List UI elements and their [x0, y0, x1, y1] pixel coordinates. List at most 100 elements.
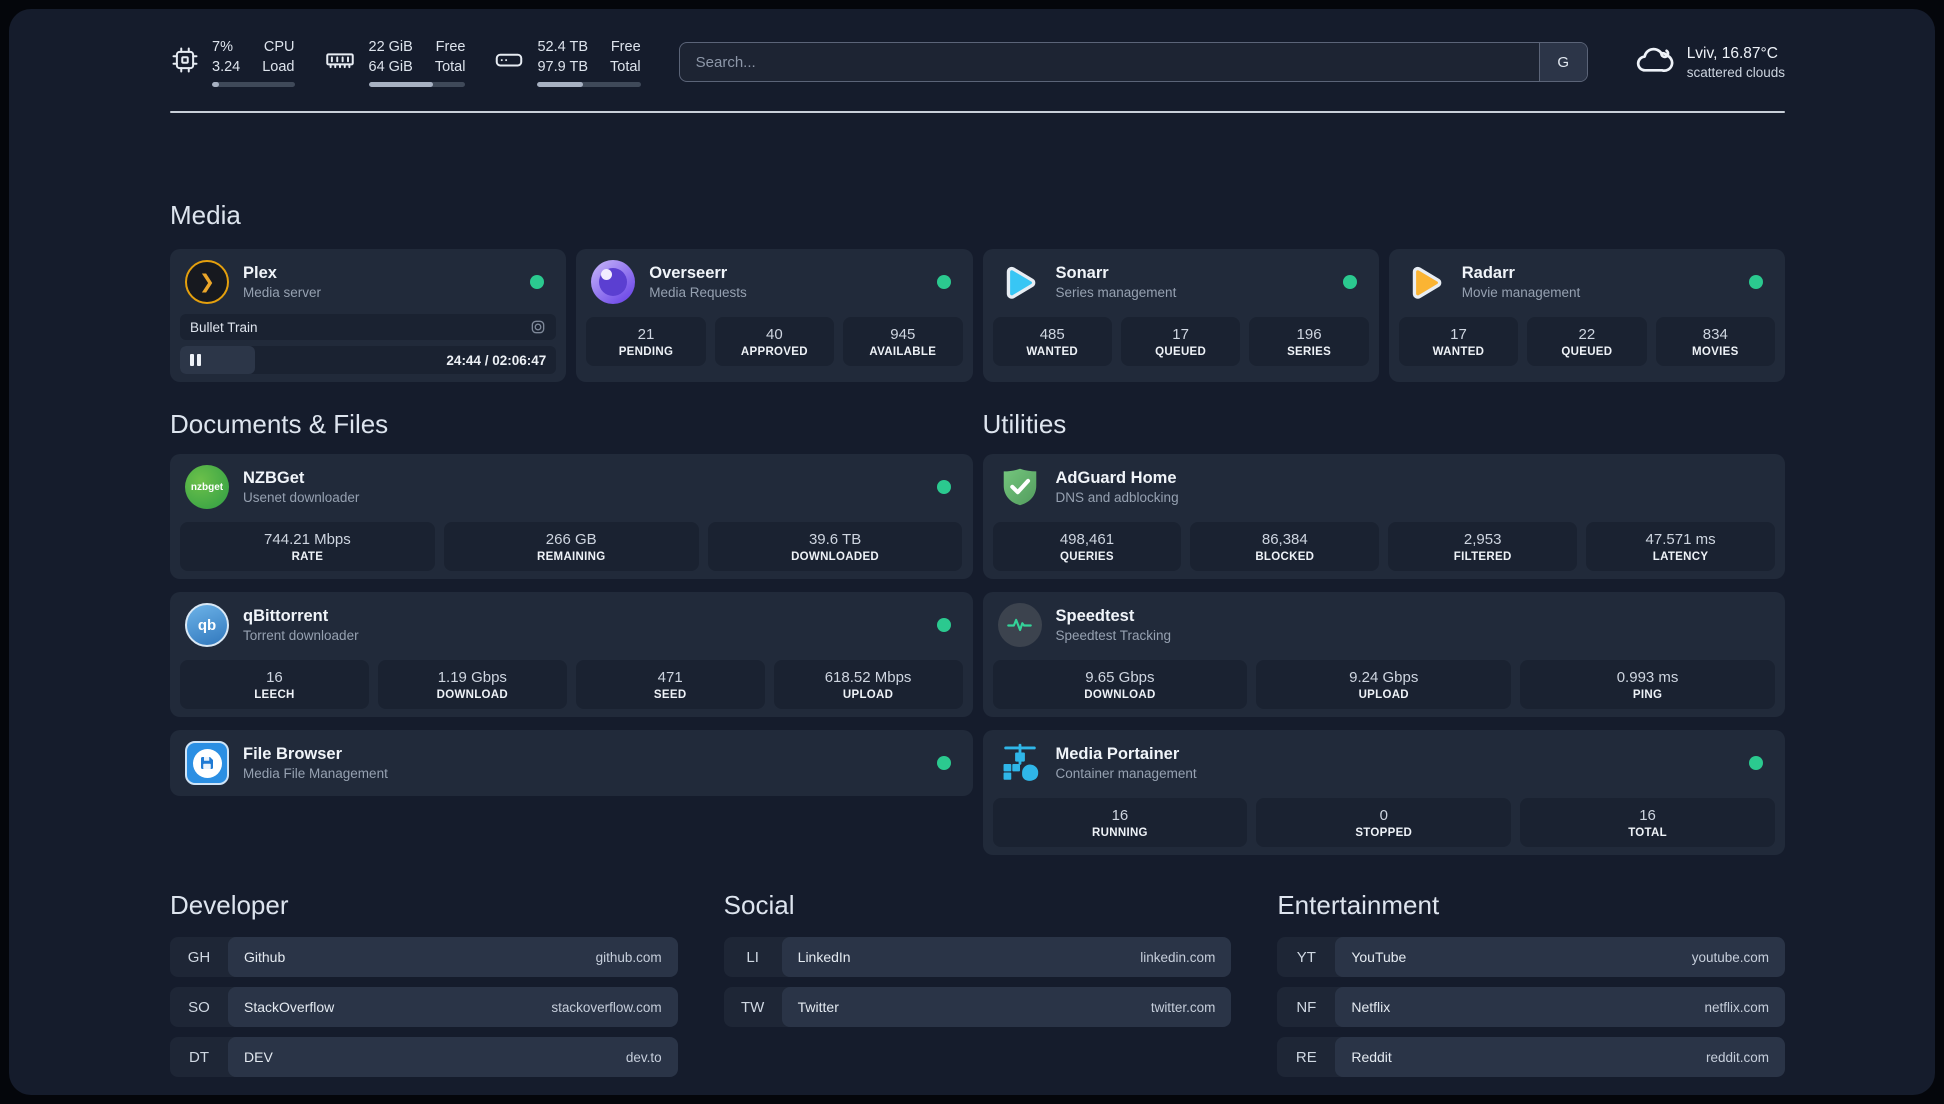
disk-icon [493, 45, 525, 80]
stat-filtered: 2,953 FILTERED [1388, 522, 1578, 571]
bookmark-abbr: LI [746, 948, 759, 966]
speedtest-card[interactable]: Speedtest Speedtest Tracking 9.65 Gbps D… [982, 592, 1785, 717]
service-desc: Container management [1055, 766, 1197, 781]
bookmark-url: twitter.com [1150, 999, 1216, 1015]
bookmark-netflix[interactable]: NF Netflix netflix.com [1277, 987, 1785, 1027]
service-name: Overseerr [649, 264, 728, 282]
bookmark-youtube[interactable]: YT YouTube youtube.com [1277, 937, 1785, 977]
service-desc: Torrent downloader [243, 628, 359, 643]
stat-upload: 9.24 Gbps UPLOAD [1256, 660, 1512, 709]
cpu-stat: 7% 3.24 CPU Load [170, 37, 295, 87]
radarr-card[interactable]: Radarr Movie management 17 WANTED 22 QUE… [1388, 249, 1785, 382]
adguard-card[interactable]: AdGuard Home DNS and adblocking 498,461 … [982, 454, 1785, 579]
service-name: AdGuard Home [1055, 469, 1177, 487]
status-dot [1749, 275, 1763, 289]
stat-movies: 834 MOVIES [1655, 317, 1776, 366]
qbittorrent-card[interactable]: qb qBittorrent Torrent downloader 16 LEE… [170, 592, 973, 717]
bookmark-dev[interactable]: DT DEV dev.to [170, 1037, 678, 1077]
memory-total-value: 64 GiB [368, 59, 413, 75]
service-name: NZBGet [243, 469, 305, 487]
stat-latency: 47.571 ms LATENCY [1586, 522, 1775, 571]
cpu-load-value: 3.24 [212, 59, 241, 75]
stat-remaining: 266 GB REMAINING [443, 522, 699, 571]
bookmark-url: github.com [595, 949, 662, 965]
bookmark-name: Twitter [797, 999, 839, 1015]
social-section-title: Social [723, 890, 795, 920]
memory-stat: 22 GiB 64 GiB Free Total [323, 37, 466, 87]
stat-running: 16 RUNNING [992, 798, 1248, 847]
service-name: File Browser [243, 745, 343, 763]
bookmark-abbr: GH [187, 948, 211, 966]
status-dot [936, 275, 951, 289]
bookmark-url: linkedin.com [1140, 949, 1216, 965]
cloud-icon [1632, 41, 1674, 84]
cpu-usage-value: 7% [212, 39, 233, 55]
bookmark-github[interactable]: GH Github github.com [170, 937, 678, 977]
overseerr-card[interactable]: Overseerr Media Requests 21 PENDING 40 A… [576, 249, 973, 382]
stat-download: 9.65 Gbps DOWNLOAD [992, 660, 1248, 709]
memory-progress-bar [368, 82, 466, 87]
speedtest-icon [997, 602, 1043, 648]
service-name: Radarr [1461, 264, 1515, 282]
entertainment-section-title: Entertainment [1277, 890, 1440, 920]
bookmark-twitter[interactable]: TW Twitter twitter.com [723, 987, 1232, 1027]
memory-total-label: Total [434, 59, 466, 75]
bookmark-url: reddit.com [1705, 1049, 1769, 1065]
bookmark-linkedin[interactable]: LI LinkedIn linkedin.com [723, 937, 1232, 977]
stat-queued: 22 QUEUED [1527, 317, 1647, 366]
service-name: Speedtest [1055, 607, 1135, 625]
entertainment-column: Entertainment YT YouTube youtube.com NF … [1277, 889, 1785, 1077]
memory-free-label: Free [435, 39, 466, 55]
utilities-section-title: Utilities [982, 409, 1067, 439]
stat-queued: 17 QUEUED [1120, 317, 1241, 366]
now-playing-progress-bar[interactable]: 24:44 / 02:06:47 [180, 346, 557, 374]
cpu-icon [170, 45, 200, 80]
dashboard-panel: 7% 3.24 CPU Load 22 GiB 64 GiB Free Tota… [9, 9, 1935, 1095]
service-name: Media Portainer [1055, 745, 1180, 763]
cpu-usage-label: CPU [263, 39, 295, 55]
service-desc: Speedtest Tracking [1055, 628, 1172, 643]
filebrowser-icon [184, 740, 230, 786]
now-playing-title: Bullet Train [190, 319, 258, 335]
stat-rate: 744.21 Mbps RATE [180, 522, 435, 571]
documents-section-title: Documents & Files [170, 409, 389, 439]
radarr-icon [1403, 259, 1449, 305]
portainer-card[interactable]: Media Portainer Container management 16 … [982, 730, 1785, 855]
pause-icon[interactable] [190, 354, 201, 366]
service-desc: Media server [243, 285, 322, 300]
disk-free-value: 52.4 TB [537, 39, 589, 55]
cpu-progress-bar [212, 82, 295, 87]
qbittorrent-icon: qb [184, 602, 230, 648]
nzbget-icon: nzbget [184, 464, 230, 510]
search-input[interactable] [679, 53, 1539, 71]
bookmark-name: StackOverflow [244, 999, 335, 1015]
bookmark-reddit[interactable]: RE Reddit reddit.com [1277, 1037, 1785, 1077]
plex-card[interactable]: ❯ Plex Media server Bullet Train 24:44 /… [170, 249, 567, 382]
plex-icon: ❯ [184, 259, 230, 305]
documents-column: Documents & Files nzbget NZBGet Usenet d… [170, 408, 973, 796]
stat-wanted: 485 WANTED [992, 317, 1112, 366]
top-bar: 7% 3.24 CPU Load 22 GiB 64 GiB Free Tota… [170, 37, 1785, 87]
stat-approved: 40 APPROVED [714, 317, 835, 366]
search-engine-button[interactable]: G [1538, 43, 1587, 81]
bookmark-abbr: DT [189, 1048, 209, 1066]
status-dot [936, 618, 951, 632]
status-dot [530, 275, 545, 289]
filebrowser-card[interactable]: File Browser Media File Management [170, 730, 973, 796]
sonarr-card[interactable]: Sonarr Series management 485 WANTED 17 Q… [982, 249, 1379, 382]
stream-type-icon [530, 319, 546, 335]
bookmark-stackoverflow[interactable]: SO StackOverflow stackoverflow.com [170, 987, 678, 1027]
service-desc: Usenet downloader [243, 490, 360, 505]
service-name: Plex [243, 264, 277, 282]
header-divider [170, 111, 1785, 113]
stat-download: 1.19 Gbps DOWNLOAD [377, 660, 567, 709]
stat-ping: 0.993 ms PING [1520, 660, 1775, 709]
service-desc: Media File Management [243, 766, 388, 781]
now-playing-title-bar: Bullet Train [180, 314, 557, 340]
disk-stat: 52.4 TB 97.9 TB Free Total [493, 37, 641, 87]
overseerr-icon [590, 259, 636, 305]
stat-blocked: 86,384 BLOCKED [1190, 522, 1380, 571]
nzbget-card[interactable]: nzbget NZBGet Usenet downloader 744.21 M… [170, 454, 973, 579]
stat-downloaded: 39.6 TB DOWNLOADED [707, 522, 963, 571]
status-dot [1749, 756, 1763, 770]
